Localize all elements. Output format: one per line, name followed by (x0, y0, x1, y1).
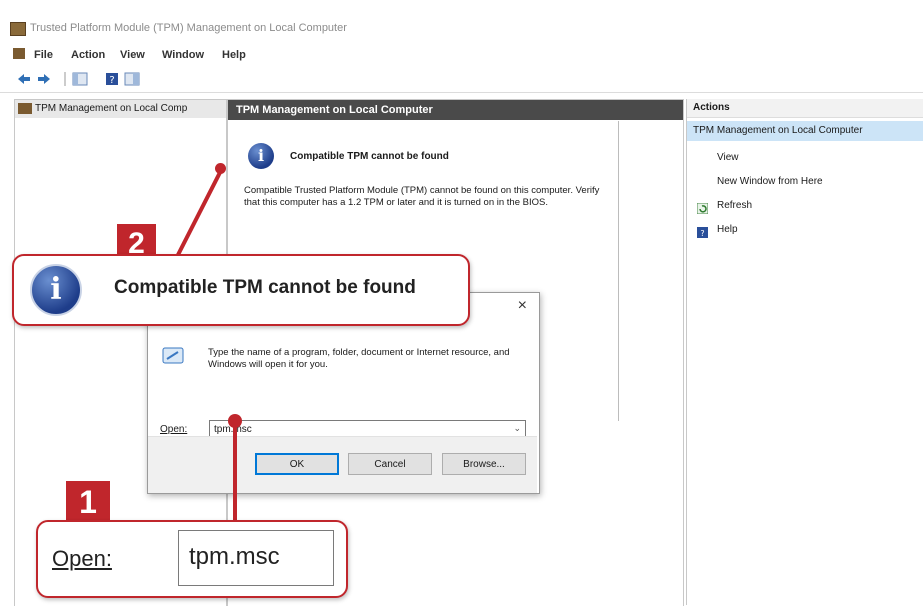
tree-root-item[interactable]: TPM Management on Local Comp (15, 100, 226, 118)
actions-header-label: Actions (693, 102, 730, 113)
callout-1: Open: tpm.msc (36, 520, 348, 598)
tpm-snapin-icon (18, 103, 32, 114)
console-tree-icon[interactable] (72, 72, 88, 86)
help-icon[interactable]: ? (104, 72, 120, 86)
action-view[interactable]: View (717, 152, 739, 163)
refresh-icon (696, 201, 709, 215)
menu-help[interactable]: Help (222, 49, 246, 61)
callout-1-input: tpm.msc (178, 530, 334, 586)
actions-pane: Actions TPM Management on Local Computer… (686, 99, 923, 605)
svg-text:?: ? (109, 75, 114, 86)
open-label: Open: (160, 424, 188, 435)
callout-1-leader-line (233, 424, 237, 530)
info-icon-large: i (30, 264, 82, 316)
menu-window[interactable]: Window (162, 49, 204, 61)
svg-text:?: ? (700, 229, 704, 238)
ok-button[interactable]: OK (255, 453, 339, 475)
action-refresh[interactable]: Refresh (717, 200, 752, 211)
status-title: Compatible TPM cannot be found (290, 151, 449, 162)
forward-arrow-icon[interactable] (36, 72, 52, 86)
help-icon: ? (697, 225, 708, 238)
callout-1-value: tpm.msc (189, 543, 280, 570)
cancel-button[interactable]: Cancel (348, 453, 432, 475)
title-bar: Trusted Platform Module (TPM) Management… (0, 0, 923, 40)
back-arrow-icon[interactable] (16, 72, 32, 86)
callout-2-text: Compatible TPM cannot be found (114, 277, 416, 298)
callout-1-label: Open: (52, 546, 112, 571)
actions-header: Actions (687, 99, 923, 118)
results-header: TPM Management on Local Computer (228, 100, 683, 120)
app-icon (10, 22, 26, 36)
callout-2: i Compatible TPM cannot be found (12, 254, 470, 326)
chevron-down-icon[interactable]: ⌄ (513, 423, 521, 434)
toolbar: ? (0, 66, 923, 93)
browse-button[interactable]: Browse... (442, 453, 526, 475)
run-dialog-footer: OK Cancel Browse... (148, 436, 537, 493)
menu-app-icon (13, 48, 25, 59)
menu-action[interactable]: Action (71, 49, 105, 61)
menu-bar: File Action View Window Help (0, 44, 923, 64)
run-dialog-body: Type the name of a program, folder, docu… (148, 321, 537, 439)
results-header-title: TPM Management on Local Computer (236, 104, 433, 116)
menu-file[interactable]: File (34, 49, 53, 61)
window-title: Trusted Platform Module (TPM) Management… (30, 22, 347, 34)
action-new-window[interactable]: New Window from Here (717, 176, 823, 187)
status-message: Compatible Trusted Platform Module (TPM)… (244, 185, 600, 208)
run-description: Type the name of a program, folder, docu… (208, 347, 510, 370)
step-1-badge: 1 (66, 481, 110, 524)
action-help[interactable]: Help (717, 224, 738, 235)
properties-icon[interactable] (124, 72, 140, 86)
run-icon (162, 346, 184, 371)
toolbar-separator (64, 72, 66, 86)
dialog-close-button[interactable]: × (518, 297, 527, 315)
menu-view[interactable]: View (120, 49, 145, 61)
tree-root-label: TPM Management on Local Comp (35, 103, 188, 114)
actions-section-label: TPM Management on Local Computer (693, 125, 863, 136)
actions-section-tpm[interactable]: TPM Management on Local Computer (687, 121, 923, 141)
info-icon: i (248, 143, 274, 169)
